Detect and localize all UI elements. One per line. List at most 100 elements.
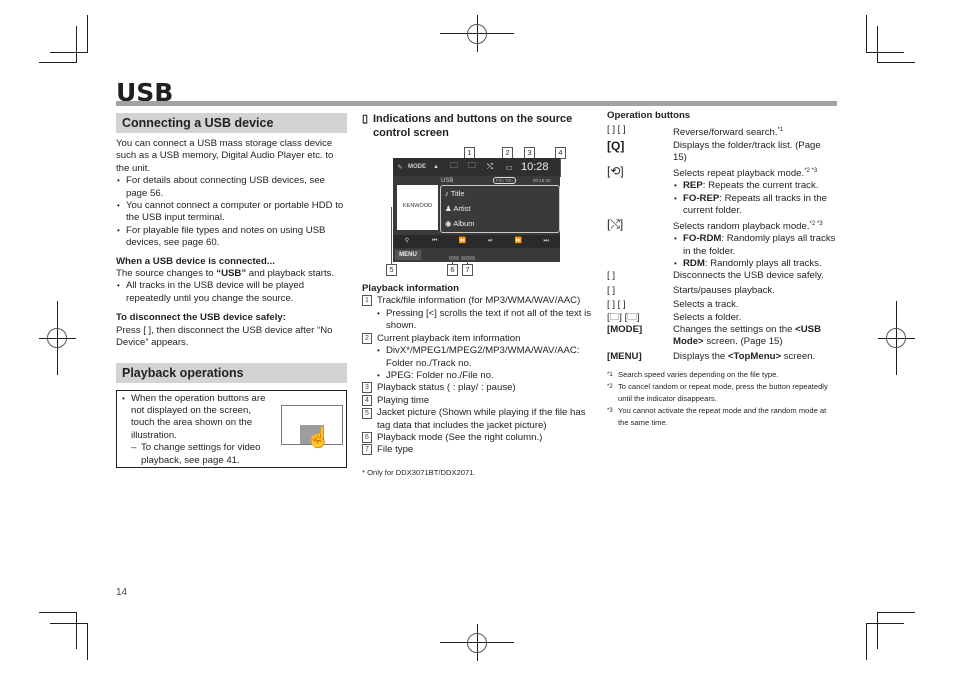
menu-button[interactable]: MENU bbox=[395, 250, 421, 260]
text: The source changes to bbox=[116, 268, 217, 280]
footnote-text: To cancel random or repeat mode, press t… bbox=[618, 382, 828, 404]
random-button[interactable]: ⤭ bbox=[481, 162, 499, 172]
next-track-button[interactable]: ⏭ bbox=[532, 235, 560, 248]
crop-mark bbox=[87, 623, 88, 660]
op-desc: Selects repeat playback mode.*2 *3 REP: … bbox=[673, 165, 837, 218]
artist-icon: ♟ bbox=[445, 204, 452, 213]
callout-7: 7 bbox=[462, 264, 473, 276]
op-key-menu: [MENU] bbox=[607, 350, 642, 362]
search-button[interactable]: ⚲ bbox=[393, 235, 421, 248]
crop-mark bbox=[866, 15, 867, 52]
note-box: When the operation buttons are not displ… bbox=[116, 389, 347, 468]
eject-button[interactable]: ▲ bbox=[427, 164, 445, 170]
note-icon: ♪ bbox=[445, 189, 449, 198]
text: Displays the bbox=[673, 350, 728, 362]
text: screen. (Page 15) bbox=[703, 336, 783, 348]
info-item: 5 Jacket picture (Shown while playing if … bbox=[362, 407, 594, 432]
footnote-mark: *1 bbox=[607, 372, 613, 379]
op-desc: Selects a folder. bbox=[673, 311, 742, 323]
repeat-button[interactable]: ▭ bbox=[499, 163, 519, 172]
op-row: [ ] [ ] Reverse/forward search.*1 bbox=[607, 124, 837, 140]
track-title: Title bbox=[450, 189, 465, 198]
touch-area-illustration: ☝ bbox=[281, 404, 343, 448]
section-heading-connecting: Connecting a USB device bbox=[116, 113, 347, 133]
item-number: 3 bbox=[362, 382, 372, 394]
play-pause-button[interactable]: ⏯ bbox=[476, 235, 504, 248]
op-row: [⤭] Selects random playback mode.*2 *3 FO… bbox=[607, 216, 837, 271]
jacket-picture: KENWOOD bbox=[397, 185, 438, 230]
bullet: You cannot connect a computer or portabl… bbox=[116, 200, 347, 225]
sup: *2 *3 bbox=[809, 220, 823, 227]
op-row: [🗀] [🗀] Selects a folder. bbox=[607, 312, 837, 324]
op-row: [ ] Starts/pauses playback. bbox=[607, 285, 837, 297]
item-number: 5 bbox=[362, 408, 372, 420]
crop-mark bbox=[877, 612, 878, 649]
text-bold: RDM bbox=[683, 258, 705, 270]
callout-5: 5 bbox=[386, 264, 397, 276]
track-info-panel: ♪ Title ♟ Artist ◉ Album bbox=[440, 185, 560, 233]
middle-footnote: * Only for DDX3071BT/DDX2071. bbox=[362, 467, 476, 477]
op-desc: Changes the settings on the <USB Mode> s… bbox=[673, 324, 837, 349]
item-number: 6 bbox=[362, 432, 372, 443]
track-artist: Artist bbox=[453, 204, 471, 213]
callout-6: 6 bbox=[447, 264, 458, 276]
forward-button[interactable]: ⏩ bbox=[504, 235, 532, 248]
crop-mark bbox=[866, 623, 904, 624]
random-icon: [⤭] bbox=[607, 216, 624, 231]
item-text: File type bbox=[377, 444, 414, 456]
track-row[interactable]: ♟ Artist bbox=[441, 201, 559, 216]
item-text: Playback status ( : play/ : pause) bbox=[377, 382, 516, 394]
crop-mark bbox=[866, 623, 867, 660]
text-bold: FO-RDM bbox=[683, 233, 722, 245]
section-heading-playback: Playback operations bbox=[116, 362, 347, 383]
footnote: *2 To cancel random or repeat mode, press… bbox=[607, 381, 837, 405]
item-text: Jacket picture (Shown while playing if t… bbox=[377, 407, 586, 431]
text: Reverse/forward search. bbox=[673, 127, 778, 139]
intro-text: You can connect a USB mass storage class… bbox=[116, 138, 334, 174]
note-bullet: When the operation buttons are not displ… bbox=[121, 393, 273, 443]
op-sub: RDM: Randomly plays all tracks. bbox=[673, 258, 837, 271]
file-type-indicator bbox=[461, 256, 475, 260]
folder-icons: [🗀] [🗀] bbox=[607, 311, 640, 323]
footnote-text: Search speed varies depending on the fil… bbox=[618, 370, 779, 380]
mode-button[interactable]: MODE bbox=[407, 164, 427, 170]
op-desc: Starts/pauses playback. bbox=[673, 284, 775, 296]
album-icon: ◉ bbox=[445, 219, 452, 228]
info-item: 1 Track/file information (for MP3/WMA/WAV… bbox=[362, 295, 594, 307]
text: screen. bbox=[781, 350, 816, 362]
info-item: 6 Playback mode (See the right column.) bbox=[362, 432, 594, 444]
op-desc: Displays the <TopMenu> screen. bbox=[673, 351, 837, 363]
track-row[interactable]: ◉ Album bbox=[441, 216, 559, 231]
text: Changes the settings on the bbox=[673, 324, 796, 336]
heading-text: Indications and buttons on the source co… bbox=[373, 113, 573, 139]
right-footnotes: *1 Search speed varies depending on the f… bbox=[607, 369, 837, 429]
crop-mark bbox=[76, 612, 77, 649]
playback-info-heading: Playback information bbox=[362, 283, 460, 294]
op-row: [ ] [ ] Selects a track. bbox=[607, 299, 837, 311]
item-number: 2 bbox=[362, 332, 372, 344]
rewind-button[interactable]: ⏪ bbox=[449, 235, 477, 248]
disconnect-text: Press [ ], then disconnect the USB devic… bbox=[116, 324, 333, 349]
crop-mark bbox=[39, 62, 77, 63]
crop-mark bbox=[877, 612, 915, 613]
track-row[interactable]: ♪ Title bbox=[441, 186, 559, 201]
crop-mark bbox=[866, 52, 904, 53]
op-row: [Q] Displays the folder/track list. (Page… bbox=[607, 140, 837, 165]
connected-heading: When a USB device is connected... bbox=[116, 255, 275, 267]
op-sub: FO-REP: Repeats all tracks in the curren… bbox=[673, 193, 837, 218]
prev-track-button[interactable]: ⏮ bbox=[421, 235, 449, 248]
operation-heading: Operation buttons bbox=[607, 110, 691, 121]
folder-down-button[interactable]: 🗀 bbox=[463, 160, 481, 174]
title-rule bbox=[116, 101, 837, 106]
list-search-icon: [Q] bbox=[607, 139, 625, 153]
text: Selects repeat playback mode. bbox=[673, 168, 805, 179]
text: and playback starts. bbox=[246, 268, 335, 280]
playback-mode-indicator bbox=[449, 256, 459, 260]
item-text: Playing time bbox=[377, 394, 430, 406]
text: : Randomly plays all tracks. bbox=[704, 258, 822, 270]
item-text: Playback mode (See the right column.) bbox=[377, 432, 543, 444]
folder-up-button[interactable]: 🗀 bbox=[445, 160, 463, 174]
item-text: Current playback item information bbox=[377, 332, 521, 344]
text: Selects random playback mode. bbox=[673, 220, 810, 232]
track-album: Album bbox=[453, 219, 475, 228]
